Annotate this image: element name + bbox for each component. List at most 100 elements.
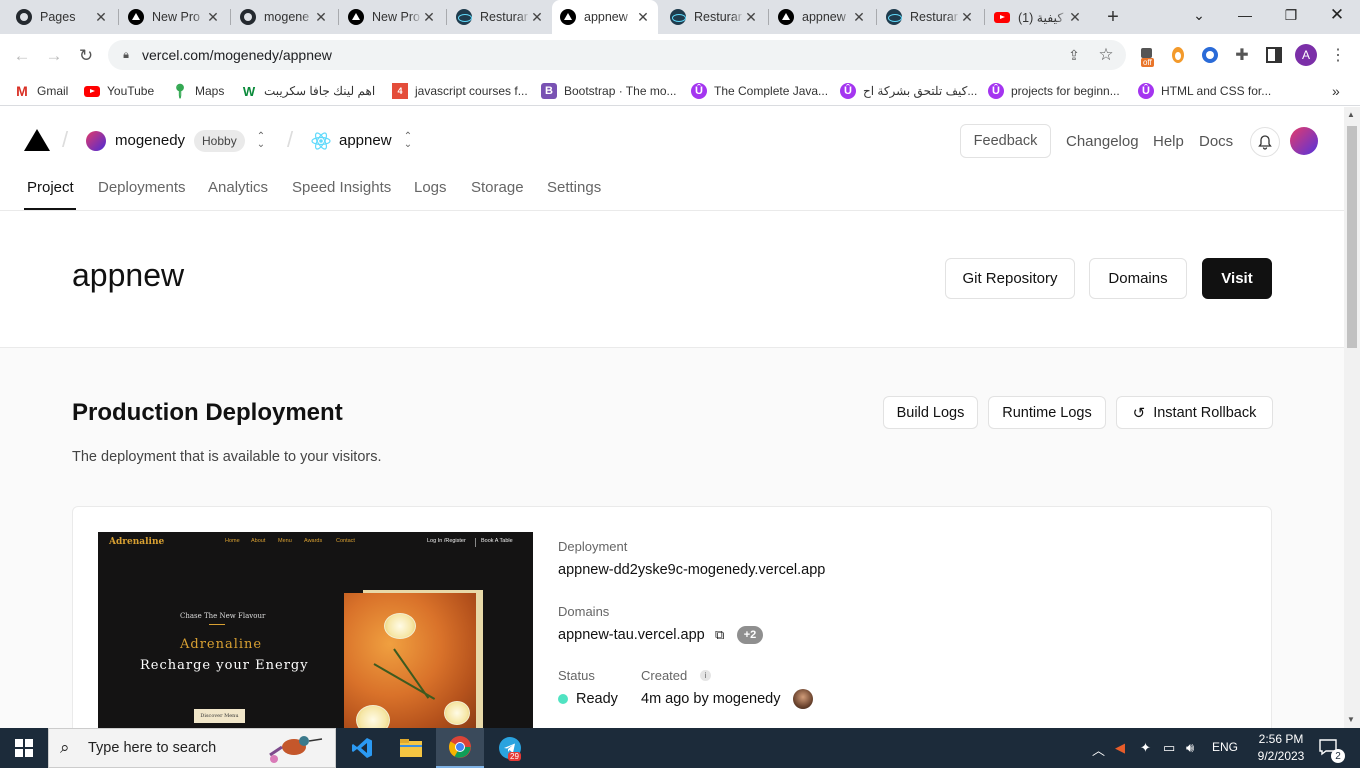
language-indicator[interactable]: ENG bbox=[1212, 740, 1238, 754]
chrome-icon[interactable] bbox=[436, 728, 484, 768]
runtime-logs-button[interactable]: Runtime Logs bbox=[988, 396, 1106, 429]
forward-button[interactable]: → bbox=[44, 46, 64, 66]
help-link[interactable]: Help bbox=[1153, 133, 1184, 150]
windows-start-icon[interactable] bbox=[0, 728, 48, 768]
browser-tab[interactable]: mogene ✕ bbox=[232, 0, 336, 34]
extension-icon[interactable] bbox=[1200, 45, 1220, 65]
notifications-bell-icon[interactable] bbox=[1250, 127, 1280, 157]
clock-time[interactable]: 2:56 PM bbox=[1252, 732, 1310, 746]
bookmark-bootstrap[interactable]: B Bootstrap · The mo... bbox=[541, 82, 677, 100]
instant-rollback-button[interactable]: ↺ Instant Rollback bbox=[1116, 396, 1273, 429]
extra-domains-badge[interactable]: +2 bbox=[737, 626, 763, 644]
speaker-alert-icon[interactable]: ◀ bbox=[1115, 740, 1125, 756]
browser-tab[interactable]: appnew ✕ bbox=[770, 0, 874, 34]
browser-tab[interactable]: New Pro ✕ bbox=[340, 0, 444, 34]
extensions-puzzle-icon[interactable]: ✚ bbox=[1232, 45, 1252, 65]
file-explorer-icon[interactable] bbox=[387, 728, 435, 768]
close-tab-icon[interactable]: ✕ bbox=[422, 9, 436, 26]
bookmark-udemy[interactable]: Û projects for beginn... bbox=[988, 82, 1120, 100]
deployment-url-link[interactable]: appnew-dd2yske9c-mogenedy.vercel.app bbox=[558, 562, 825, 578]
external-link-icon[interactable]: ⧉ bbox=[715, 627, 724, 643]
browser-tab[interactable]: Pages ✕ bbox=[8, 0, 116, 34]
domain-url-link[interactable]: appnew-tau.vercel.app bbox=[558, 627, 705, 643]
network-icon[interactable]: ✦ bbox=[1140, 740, 1151, 756]
side-panel-icon[interactable] bbox=[1264, 45, 1284, 65]
profile-avatar[interactable]: A bbox=[1295, 44, 1317, 66]
browser-tab-active[interactable]: appnew ✕ bbox=[552, 0, 658, 34]
domains-button[interactable]: Domains bbox=[1089, 258, 1187, 299]
extension-icon[interactable] bbox=[1168, 45, 1188, 65]
clock-date[interactable]: 9/2/2023 bbox=[1252, 749, 1310, 763]
browser-tab[interactable]: Resturar ✕ bbox=[448, 0, 552, 34]
team-avatar[interactable] bbox=[86, 131, 106, 151]
browser-menu-icon[interactable]: ⋮ bbox=[1328, 45, 1348, 65]
back-button[interactable]: ← bbox=[12, 46, 32, 66]
close-tab-icon[interactable]: ✕ bbox=[960, 9, 974, 26]
deployment-preview-image[interactable]: Adrenaline Home About Menu Awards Contac… bbox=[98, 532, 533, 728]
bookmark-gmail[interactable]: M Gmail bbox=[14, 82, 68, 100]
feedback-button[interactable]: Feedback bbox=[960, 124, 1051, 158]
vercel-icon bbox=[348, 9, 364, 25]
reload-button[interactable]: ↻ bbox=[76, 46, 96, 66]
docs-link[interactable]: Docs bbox=[1199, 133, 1233, 150]
scrollbar-thumb[interactable] bbox=[1347, 126, 1357, 348]
project-switcher-icon[interactable]: ⌃ ⌄ bbox=[403, 132, 413, 150]
build-logs-button[interactable]: Build Logs bbox=[883, 396, 978, 429]
bookmark-udemy[interactable]: Û The Complete Java... bbox=[691, 82, 828, 100]
restore-button[interactable]: ❐ bbox=[1268, 0, 1314, 30]
created-value: 4m ago by mogenedy bbox=[641, 691, 781, 707]
scroll-up-icon[interactable]: ▲ bbox=[1347, 110, 1355, 119]
vscode-icon[interactable] bbox=[338, 728, 386, 768]
info-icon[interactable]: i bbox=[700, 670, 711, 681]
close-tab-icon[interactable]: ✕ bbox=[852, 9, 866, 26]
team-name[interactable]: mogenedy bbox=[115, 132, 185, 149]
bookmark-youtube[interactable]: YouTube bbox=[84, 82, 154, 100]
tab-storage[interactable]: Storage bbox=[471, 179, 524, 196]
volume-icon[interactable]: 🔊︎ bbox=[1186, 740, 1194, 756]
close-window-button[interactable]: ✕ bbox=[1314, 0, 1360, 30]
tab-project[interactable]: Project bbox=[27, 179, 74, 196]
minimize-button[interactable]: — bbox=[1222, 0, 1268, 30]
close-tab-icon[interactable]: ✕ bbox=[314, 9, 328, 26]
bookmark-udemy[interactable]: Û HTML and CSS for... bbox=[1138, 82, 1271, 100]
browser-tab[interactable]: Resturar ✕ bbox=[662, 0, 766, 34]
tab-settings[interactable]: Settings bbox=[547, 179, 601, 196]
user-avatar[interactable] bbox=[1290, 127, 1318, 155]
browser-tab[interactable]: Resturar ✕ bbox=[878, 0, 982, 34]
bookmark-w3schools[interactable]: W اهم لينك جافا سكريبت bbox=[241, 82, 375, 100]
bookmark-js-courses[interactable]: 4 javascript courses f... bbox=[392, 82, 528, 100]
tab-logs[interactable]: Logs bbox=[414, 179, 447, 196]
browser-tab[interactable]: New Pro ✕ bbox=[120, 0, 228, 34]
close-tab-icon[interactable]: ✕ bbox=[530, 9, 544, 26]
creator-avatar[interactable] bbox=[793, 689, 813, 709]
bookmark-maps[interactable]: 📍︎ Maps bbox=[171, 82, 224, 100]
visit-button[interactable]: Visit bbox=[1202, 258, 1272, 299]
lock-icon[interactable]: 🔒︎ bbox=[116, 45, 136, 65]
project-switcher-name[interactable]: appnew bbox=[339, 132, 392, 149]
telegram-icon[interactable] bbox=[486, 728, 534, 768]
url-text[interactable]: vercel.com/mogenedy/appnew bbox=[142, 47, 332, 63]
power-icon[interactable]: ▭ bbox=[1163, 740, 1175, 756]
more-bookmarks-button[interactable]: » bbox=[1332, 82, 1340, 100]
close-tab-icon[interactable]: ✕ bbox=[636, 9, 650, 26]
close-tab-icon[interactable]: ✕ bbox=[744, 9, 758, 26]
close-tab-icon[interactable]: ✕ bbox=[94, 9, 108, 26]
share-icon[interactable]: ⇪ bbox=[1064, 45, 1084, 65]
git-repository-button[interactable]: Git Repository bbox=[945, 258, 1075, 299]
vercel-logo-icon[interactable] bbox=[24, 129, 50, 151]
new-tab-button[interactable]: + bbox=[1101, 5, 1125, 29]
bookmark-star-icon[interactable]: ☆ bbox=[1096, 45, 1116, 65]
tab-speed-insights[interactable]: Speed Insights bbox=[292, 179, 391, 196]
team-switcher-icon[interactable]: ⌃ ⌄ bbox=[256, 132, 266, 150]
close-tab-icon[interactable]: ✕ bbox=[206, 9, 220, 26]
tab-analytics[interactable]: Analytics bbox=[208, 179, 268, 196]
tab-deployments[interactable]: Deployments bbox=[98, 179, 186, 196]
tab-search-icon[interactable]: ⌄ bbox=[1176, 0, 1222, 30]
taskbar-search-placeholder[interactable]: Type here to search bbox=[88, 740, 216, 756]
changelog-link[interactable]: Changelog bbox=[1066, 133, 1139, 150]
close-tab-icon[interactable]: ✕ bbox=[1068, 9, 1082, 26]
scroll-down-icon[interactable]: ▼ bbox=[1347, 715, 1355, 724]
bookmark-udemy[interactable]: Û كيف تلتحق بشركة اح... bbox=[840, 82, 977, 100]
browser-tab[interactable]: (1) كيفية ✕ bbox=[986, 0, 1090, 34]
show-hidden-icons-icon[interactable]: ︿ bbox=[1092, 740, 1105, 759]
